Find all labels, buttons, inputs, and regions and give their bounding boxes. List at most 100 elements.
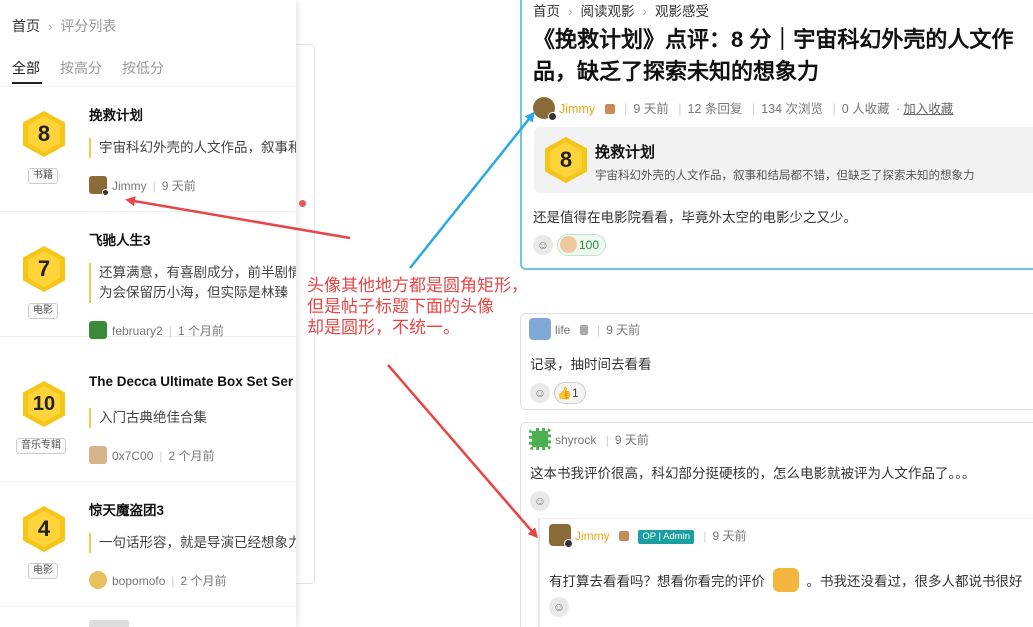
post-body: 还是值得在电影院看看，毕竟外太空的电影少之又少。 (533, 210, 857, 225)
sort-tabs: 全部 按高分 按低分 (12, 58, 184, 78)
embed-summary: 宇宙科幻外壳的人文作品，叙事和结局都不错，但缺乏了探索未知的想象力 (595, 170, 975, 182)
avatar[interactable] (89, 571, 107, 589)
score-value: 8 (37, 121, 51, 146)
avatar[interactable] (89, 321, 107, 339)
reaction-avatar-icon (560, 236, 577, 253)
comment-header: shyrock | 9 天前 (529, 428, 649, 450)
view-count: 134 次浏览 (761, 102, 823, 116)
item-title[interactable]: 飞驰人生3 (89, 229, 151, 249)
post-meta: Jimmy | 9 天前 | 12 条回复 | 134 次浏览 | 0 人收藏 · 加入收… (533, 97, 953, 121)
username[interactable]: Jimmy (559, 102, 595, 116)
category-tag: 电影 (28, 303, 58, 319)
reaction-pill[interactable]: 100 (557, 234, 607, 256)
op-admin-badge: OP | Admin (638, 530, 695, 544)
next-item-title-partial (89, 620, 129, 627)
notification-dot (299, 200, 306, 207)
item-quote: 还算满意，有喜剧成分，前半剧情 为会保留历小海，但实际是林臻 (89, 263, 296, 303)
avatar[interactable] (89, 446, 107, 464)
chevron-right-icon: › (48, 19, 53, 34)
quote-line: 为会保留历小海，但实际是林臻 (99, 285, 288, 300)
reaction-pill[interactable]: 👍1 (554, 382, 586, 404)
item-quote: 入门古典绝佳合集 (89, 408, 296, 428)
item-meta: 0x7C00 | 2 个月前 (89, 446, 215, 464)
reaction-count: 1 (571, 386, 579, 400)
add-reaction-button[interactable]: ☺ (530, 383, 550, 403)
timestamp: 1 个月前 (177, 324, 224, 338)
reaction-row: ☺ 100 (533, 234, 607, 256)
timestamp: 2 个月前 (168, 449, 215, 463)
timestamp: 9 天前 (633, 102, 669, 116)
category-tag: 电影 (28, 563, 58, 579)
active-tab-indicator (12, 82, 42, 84)
username[interactable]: Jimmy (112, 179, 147, 193)
username[interactable]: 0x7C00 (112, 449, 153, 463)
username[interactable]: bopomofo (112, 574, 165, 588)
item-title[interactable]: 挽救计划 (89, 104, 143, 124)
username[interactable]: february2 (112, 324, 163, 338)
reaction-row: ☺ (530, 491, 554, 511)
category-tag: 音乐专辑 (16, 438, 66, 454)
category-tag: 书籍 (28, 168, 58, 184)
embed-title: 挽救计划 (595, 144, 656, 161)
item-quote: 宇宙科幻外壳的人文作品，叙事和结局都不错，但缺乏了探索未知的想象力 (89, 138, 296, 158)
item-quote: 一句话形容，就是导演已经想象力 (89, 533, 296, 553)
add-reaction-button[interactable]: ☺ (549, 597, 569, 617)
tab-all[interactable]: 全部 (12, 58, 40, 78)
annotation-line: 头像其他地方都是圆角矩形， (307, 276, 528, 295)
comment-body: 这本书我评价很高，科幻部分挺硬核的，怎么电影就被评为人文作品了。。。 (530, 466, 976, 481)
annotation-line: 但是帖子标题下面的头像 (307, 297, 494, 316)
item-meta: bopomofo | 2 个月前 (89, 571, 227, 589)
score-value: 10 (32, 393, 56, 415)
chevron-right-icon: › (568, 4, 573, 19)
arrow-to-post-avatar (409, 111, 535, 269)
timestamp: 9 天前 (161, 179, 196, 193)
tab-low[interactable]: 按低分 (122, 58, 164, 78)
save-count: 0 人收藏 (841, 102, 890, 116)
reaction-count: 100 (579, 238, 600, 252)
breadcrumb-category[interactable]: 阅读观影 (581, 4, 635, 19)
timestamp: 9 天前 (712, 529, 747, 543)
avatar[interactable] (529, 428, 551, 450)
username[interactable]: shyrock (555, 433, 596, 447)
breadcrumb-home[interactable]: 首页 (533, 4, 560, 19)
comment-header: life | 9 天前 (529, 318, 640, 340)
item-title[interactable]: The Decca Ultimate Box Set Series (89, 374, 294, 389)
reply-body: 有打算去看看吗？想看你看完的评价 。书我还没看过，很多人都说书很好 (549, 568, 1023, 592)
arrow-to-reply-avatar (387, 364, 538, 539)
reaction-row: ☺ (549, 597, 573, 617)
timestamp: 9 天前 (614, 433, 649, 447)
score-value: 8 (559, 147, 573, 172)
item-title[interactable]: 惊天魔盗团3 (89, 499, 164, 519)
score-value: 7 (37, 256, 51, 281)
timestamp: 9 天前 (606, 323, 641, 337)
review-list-panel: 首页 › 评分列表 全部 按高分 按低分 8 书籍 挽救计划 宇宙科幻外壳的人文作品，叙… (0, 0, 296, 627)
user-flair-icon (619, 531, 630, 541)
cat-sticker-icon (772, 568, 799, 592)
add-favorite-link[interactable]: 加入收藏 (903, 102, 953, 116)
item-meta: Jimmy | 9 天前 (89, 176, 196, 196)
reply-count: 12 条回复 (687, 102, 743, 116)
breadcrumb-home[interactable]: 首页 (12, 18, 40, 34)
avatar[interactable] (89, 176, 109, 196)
avatar[interactable] (529, 318, 551, 340)
add-reaction-button[interactable]: ☺ (530, 491, 550, 511)
breadcrumb: 首页 › 评分列表 (12, 16, 116, 36)
user-flair-icon (604, 104, 615, 114)
annotation-note: 头像其他地方都是圆角矩形， 但是帖子标题下面的头像 却是圆形，不统一。 (307, 275, 528, 338)
breadcrumb-current: 评分列表 (60, 18, 117, 34)
breadcrumb-subcategory[interactable]: 观影感受 (655, 4, 709, 19)
tab-high[interactable]: 按高分 (60, 58, 102, 78)
user-flair-icon (579, 325, 588, 335)
annotation-line: 却是圆形，不统一。 (307, 318, 460, 337)
avatar[interactable] (533, 97, 557, 121)
post-title: 《挽救计划》点评：8 分｜宇宙科幻外壳的人文作品，缺乏了探索未知的想象力 (533, 27, 1014, 84)
reply-text: 。书我还没看过，很多人都说书很好 (806, 574, 1023, 589)
avatar[interactable] (549, 524, 573, 548)
username[interactable]: life (555, 323, 570, 337)
username[interactable]: Jimmy (575, 529, 610, 543)
add-reaction-button[interactable]: ☺ (533, 235, 553, 255)
chevron-right-icon: › (642, 4, 648, 19)
timestamp: 2 个月前 (180, 574, 227, 588)
reply-text: 有打算去看看吗？想看你看完的评价 (549, 574, 765, 589)
quote-line: 还算满意，有喜剧成分，前半剧情 (99, 265, 296, 280)
